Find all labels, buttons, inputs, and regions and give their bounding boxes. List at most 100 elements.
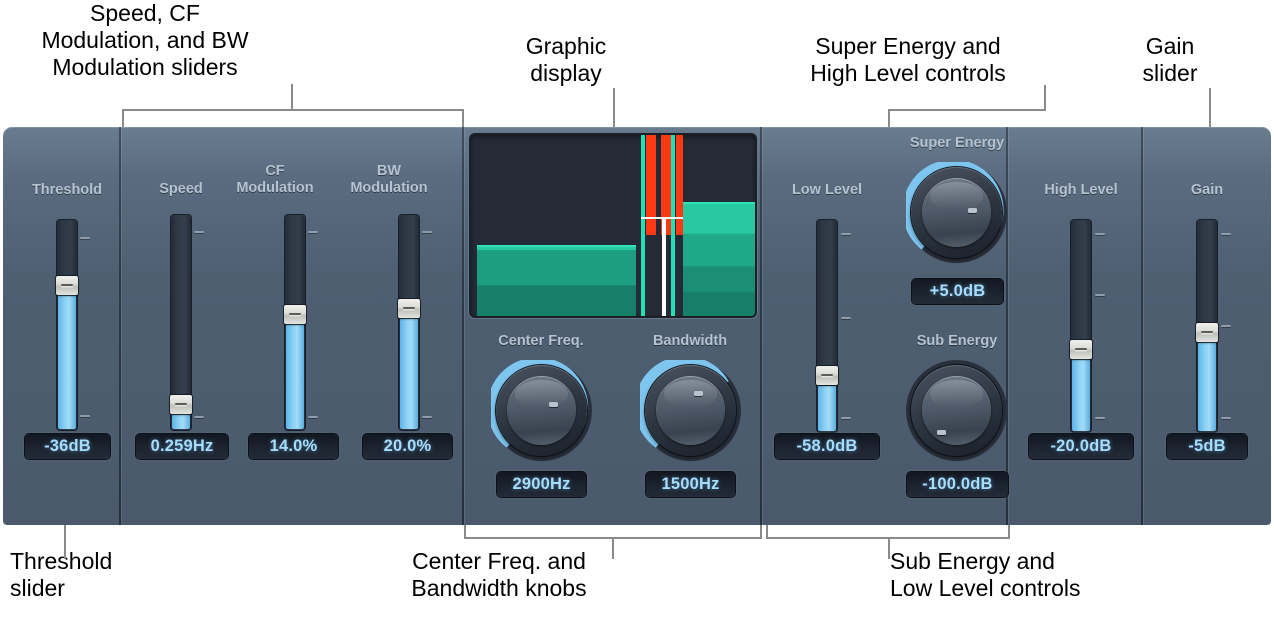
leader-line xyxy=(888,537,890,559)
high-level-thumb[interactable] xyxy=(1070,340,1092,359)
annotation-threshold-slider: Threshold slider xyxy=(10,548,113,601)
low-level-thumb[interactable] xyxy=(816,366,838,385)
slider-tick xyxy=(308,416,318,418)
high-level-slider[interactable]: High Level -20.0dB xyxy=(1025,127,1137,525)
low-level-value[interactable]: -58.0dB xyxy=(775,434,879,459)
bw-modulation-thumb[interactable] xyxy=(398,299,420,318)
slider-tick xyxy=(841,233,851,235)
slider-tick xyxy=(1221,325,1231,327)
threshold-slider[interactable]: Threshold -36dB xyxy=(21,127,113,525)
high-level-value[interactable]: -20.0dB xyxy=(1029,434,1133,459)
cf-modulation-fill xyxy=(286,310,304,429)
bw-modulation-value[interactable]: 20.0% xyxy=(363,434,452,459)
sub-energy-knob-cap[interactable] xyxy=(922,376,991,445)
gain-slider[interactable]: Gain -5dB xyxy=(1160,127,1254,525)
sub-energy-knob-graphic[interactable] xyxy=(906,360,1007,461)
center-freq-label: Center Freq. xyxy=(498,333,584,349)
gain-value[interactable]: -5dB xyxy=(1167,434,1247,459)
speed-label: Speed xyxy=(159,181,203,197)
bandwidth-value[interactable]: 1500Hz xyxy=(646,472,735,497)
speed-value[interactable]: 0.259Hz xyxy=(136,434,228,459)
leader-line xyxy=(291,84,293,110)
gain-thumb[interactable] xyxy=(1196,323,1218,342)
bandwidth-knob-graphic[interactable] xyxy=(640,360,741,461)
low-level-slider[interactable]: Low Level -58.0dB xyxy=(773,127,881,525)
bandwidth-label: Bandwidth xyxy=(652,333,728,349)
speed-thumb[interactable] xyxy=(170,395,192,414)
slider-tick xyxy=(841,317,851,319)
plugin-window: Threshold -36dB Speed 0.259Hz CF Modulat… xyxy=(3,127,1271,525)
slider-tick xyxy=(1221,417,1231,419)
high-level-label: High Level xyxy=(1044,182,1118,198)
center-freq-knob-cap[interactable] xyxy=(507,376,576,445)
annotation-modulation-sliders: Speed, CF Modulation, and BW Modulation … xyxy=(41,0,249,80)
leader-line xyxy=(613,88,615,127)
threshold-track[interactable] xyxy=(57,220,77,430)
cf-modulation-slider[interactable]: CF Modulation 14.0% xyxy=(236,127,345,525)
threshold-value[interactable]: -36dB xyxy=(25,434,110,459)
leader-line xyxy=(888,109,890,127)
threshold-thumb[interactable] xyxy=(56,276,78,295)
slider-tick xyxy=(422,231,432,233)
leader-line xyxy=(64,525,66,559)
annotation-graphic-display: Graphic display xyxy=(525,33,607,86)
leader-line xyxy=(1008,525,1010,538)
slider-tick xyxy=(194,416,204,418)
annotation-super-energy: Super Energy and High Level controls xyxy=(810,33,1006,86)
low-level-label: Low Level xyxy=(791,182,863,198)
leader-line xyxy=(1044,85,1046,110)
divider xyxy=(119,127,121,525)
leader-line xyxy=(766,525,768,538)
bw-modulation-fill xyxy=(400,304,418,429)
sub-energy-knob-indicator xyxy=(937,430,946,435)
bandwidth-knob[interactable]: Bandwidth 1500Hz xyxy=(624,127,756,525)
cf-modulation-thumb[interactable] xyxy=(284,305,306,324)
annotation-freq-knobs: Center Freq. and Bandwidth knobs xyxy=(411,548,587,601)
leader-line xyxy=(462,109,464,127)
speed-fill xyxy=(172,413,190,429)
gain-label: Gain xyxy=(1190,182,1224,198)
speed-slider[interactable]: Speed 0.259Hz xyxy=(136,127,228,525)
center-freq-value[interactable]: 2900Hz xyxy=(497,472,586,497)
bw-modulation-track[interactable] xyxy=(399,215,419,430)
slider-tick xyxy=(1095,294,1105,296)
center-freq-knob[interactable]: Center Freq. 2900Hz xyxy=(475,127,607,525)
annotation-gain-slider: Gain slider xyxy=(1142,33,1198,86)
leader-line xyxy=(1209,88,1211,127)
slider-tick xyxy=(80,237,90,239)
center-freq-knob-graphic[interactable] xyxy=(491,360,592,461)
sub-energy-label: Sub Energy xyxy=(916,333,998,349)
bandwidth-knob-indicator xyxy=(694,391,703,396)
slider-tick xyxy=(841,417,851,419)
slider-tick xyxy=(1221,233,1231,235)
threshold-fill xyxy=(58,282,76,429)
threshold-label: Threshold xyxy=(31,182,103,198)
leader-line xyxy=(122,109,124,127)
bandwidth-knob-cap[interactable] xyxy=(656,376,725,445)
gain-fill xyxy=(1198,329,1216,431)
high-level-track[interactable] xyxy=(1071,220,1091,432)
bw-modulation-slider[interactable]: BW Modulation 20.0% xyxy=(350,127,459,525)
divider xyxy=(462,127,464,525)
slider-tick xyxy=(422,416,432,418)
slider-tick xyxy=(1095,233,1105,235)
cf-modulation-label: CF Modulation xyxy=(236,163,314,196)
annotation-sub-energy: Sub Energy and Low Level controls xyxy=(890,548,1081,601)
divider xyxy=(760,127,762,525)
leader-line xyxy=(888,109,1046,111)
divider xyxy=(1141,127,1143,525)
sub-energy-value[interactable]: -100.0dB xyxy=(907,472,1008,497)
leader-line xyxy=(760,525,762,538)
slider-tick xyxy=(194,231,204,233)
low-level-fill xyxy=(818,386,836,431)
leader-line xyxy=(464,537,762,539)
center-freq-knob-indicator xyxy=(549,402,558,407)
sub-energy-knob[interactable]: Sub Energy -100.0dB xyxy=(891,127,1023,525)
slider-tick xyxy=(308,231,318,233)
low-level-track[interactable] xyxy=(817,220,837,432)
leader-line xyxy=(766,537,1010,539)
leader-line xyxy=(612,537,614,559)
leader-line xyxy=(464,525,466,538)
slider-tick xyxy=(1095,417,1105,419)
cf-modulation-value[interactable]: 14.0% xyxy=(249,434,338,459)
